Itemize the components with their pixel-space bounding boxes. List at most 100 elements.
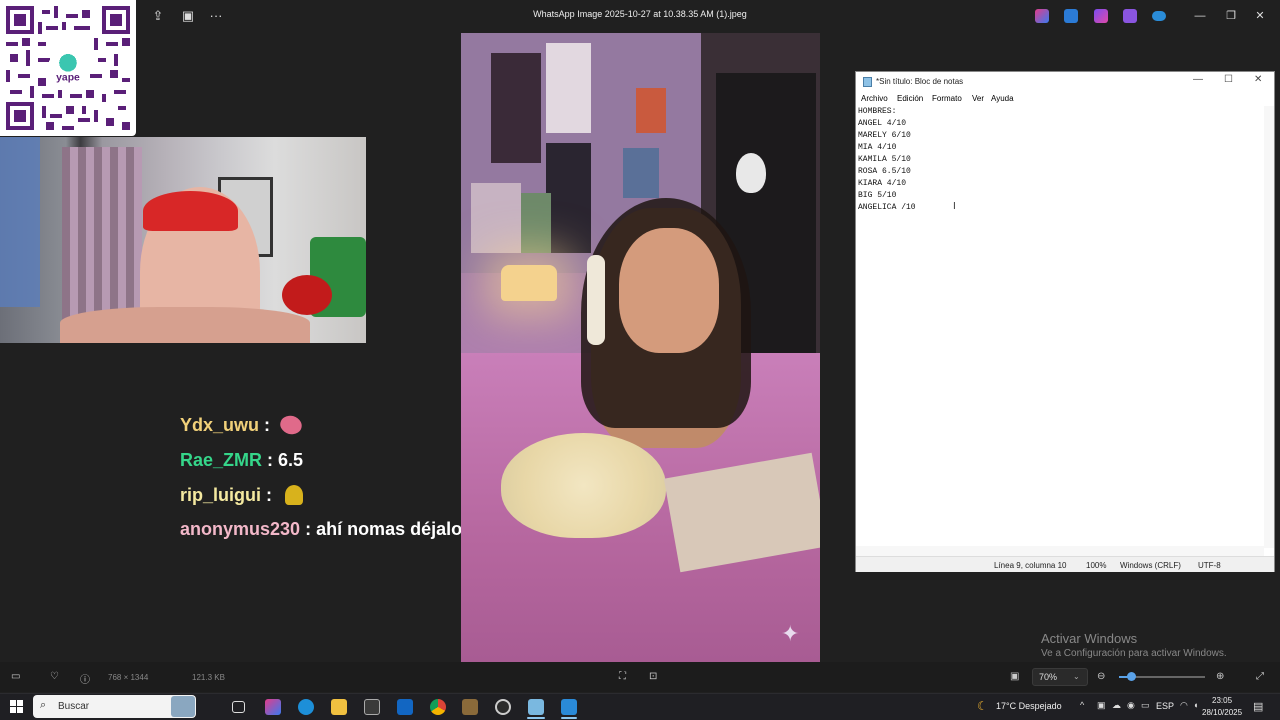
tray-icon[interactable]: ▣ xyxy=(1097,700,1106,711)
info-icon[interactable]: ⓘ xyxy=(80,671,90,686)
chat-username: rip_luigui xyxy=(180,485,261,505)
search-highlight-image xyxy=(171,696,195,717)
share-icon[interactable]: ⇪ xyxy=(150,8,166,24)
girl-face xyxy=(619,228,719,353)
text-line: MIA 4/10 xyxy=(858,143,897,152)
store-icon[interactable] xyxy=(364,699,380,715)
active-app-indicator xyxy=(561,717,577,719)
menu-formato[interactable]: Formato xyxy=(932,94,962,103)
ghostface-mask xyxy=(736,153,766,193)
chat-username: Ydx_uwu xyxy=(180,415,260,435)
file-explorer-icon[interactable] xyxy=(331,699,347,715)
chrome-icon[interactable] xyxy=(430,699,446,715)
chat-separator: : xyxy=(261,485,272,505)
onedrive-icon[interactable] xyxy=(1152,11,1166,21)
fit-icon[interactable]: ▣ xyxy=(1010,671,1019,682)
notepad-title-bar: *Sin título: Bloc de notas — ☐ ✕ xyxy=(856,72,1274,92)
fullscreen-icon[interactable]: ⤢ xyxy=(1256,671,1264,682)
horizontal-scrollbar[interactable] xyxy=(856,546,1264,556)
zoom-dropdown[interactable]: 70% ⌄ xyxy=(1032,668,1088,686)
tongue-sticker-icon xyxy=(277,411,305,439)
telephone-handset xyxy=(587,255,605,345)
obs-icon[interactable] xyxy=(495,699,511,715)
wifi-icon[interactable]: ◠ xyxy=(1180,700,1188,711)
outlook-icon[interactable] xyxy=(397,699,413,715)
zoom-in-icon[interactable]: ⊕ xyxy=(1216,671,1224,682)
copilot-taskbar-icon[interactable] xyxy=(265,699,281,715)
text-line: MARELY 6/10 xyxy=(858,131,911,140)
moon-icon: ☾ xyxy=(977,699,988,713)
chevron-up-icon[interactable]: ^ xyxy=(1080,700,1084,710)
tray-icon[interactable]: ◉ xyxy=(1127,700,1135,711)
yape-qr-code: yape xyxy=(0,0,136,136)
chevron-down-icon: ⌄ xyxy=(1073,672,1080,681)
task-view-icon[interactable] xyxy=(232,701,245,713)
filmstrip-icon[interactable]: ▭ xyxy=(11,671,20,682)
chat-username: anonymus230 xyxy=(180,519,301,539)
notepad-menu-bar: Archivo Edición Formato Ver Ayuda xyxy=(856,92,1274,106)
popcorn-bowl xyxy=(501,433,666,538)
actual-size-icon[interactable]: ⊡ xyxy=(649,671,657,682)
maximize-button[interactable]: ❐ xyxy=(1221,8,1241,24)
status-position: Línea 9, columna 10 xyxy=(994,561,1067,570)
yape-logo-text: yape xyxy=(56,72,80,83)
copilot-icon[interactable] xyxy=(1035,9,1049,23)
poster xyxy=(521,193,551,253)
vertical-scrollbar[interactable] xyxy=(1264,106,1274,548)
taskbar-search[interactable]: ⌕ Buscar xyxy=(33,695,196,718)
windows-logo-icon xyxy=(10,700,16,706)
notepad-maximize-button[interactable]: ☐ xyxy=(1224,74,1233,85)
activation-title: Activar Windows xyxy=(1041,631,1138,646)
tray-icon[interactable]: ☁ xyxy=(1112,700,1121,711)
notepad-status-bar: Línea 9, columna 10 100% Windows (CRLF) … xyxy=(856,556,1274,572)
poster xyxy=(623,148,659,198)
minecraft-icon[interactable] xyxy=(462,699,478,715)
notepad-text-area[interactable]: HOMBRES: ANGEL 4/10 MARELY 6/10 MIA 4/10 KAM… xyxy=(858,106,1262,548)
notepad-icon xyxy=(863,77,872,87)
close-button[interactable]: ✕ xyxy=(1250,8,1270,24)
text-cursor-icon: I xyxy=(953,201,956,212)
chat-message: Rae_ZMR : 6.5 xyxy=(180,448,303,472)
text-line: BIG 5/10 xyxy=(858,191,897,200)
photos-taskbar-icon[interactable] xyxy=(561,699,577,715)
slideshow-icon[interactable]: ▣ xyxy=(180,8,196,24)
image-dimensions: 768 × 1344 xyxy=(108,673,149,682)
clock-date[interactable]: 28/10/2025 xyxy=(1202,708,1242,717)
fit-to-window-icon[interactable]: ⛶ xyxy=(619,671,626,682)
minimize-button[interactable]: — xyxy=(1190,8,1210,24)
sparkle-icon: ✦ xyxy=(781,621,800,646)
notepad-minimize-button[interactable]: — xyxy=(1193,74,1203,85)
menu-archivo[interactable]: Archivo xyxy=(861,94,888,103)
menu-ver[interactable]: Ver xyxy=(972,94,984,103)
notepad-title: *Sin título: Bloc de notas xyxy=(876,77,964,86)
text-line: ANGEL 4/10 xyxy=(858,119,907,128)
notification-icon[interactable]: ▤ xyxy=(1253,700,1263,713)
bell-sticker-icon xyxy=(285,485,304,505)
clock-time[interactable]: 23:05 xyxy=(1212,696,1232,705)
poster xyxy=(546,143,591,253)
language-indicator[interactable]: ESP xyxy=(1156,701,1174,711)
notepad-taskbar-icon[interactable] xyxy=(528,699,544,715)
activation-subtitle: Ve a Configuración para activar Windows. xyxy=(1041,648,1227,659)
start-button[interactable] xyxy=(10,700,23,713)
notepad-close-button[interactable]: ✕ xyxy=(1254,74,1262,85)
chat-message: anonymus230 : ahí nomas déjalo xD xyxy=(180,517,490,541)
clipchamp-icon[interactable] xyxy=(1094,9,1108,23)
person-shoulders xyxy=(60,307,310,343)
status-encoding: UTF-8 xyxy=(1198,561,1221,570)
active-app-indicator xyxy=(527,717,545,719)
menu-ayuda[interactable]: Ayuda xyxy=(991,94,1014,103)
zoom-out-icon[interactable]: ⊖ xyxy=(1097,671,1105,682)
edge-icon[interactable] xyxy=(298,699,314,715)
volume-icon[interactable]: ◖ xyxy=(1193,700,1198,710)
webcam-feed xyxy=(0,137,366,343)
designer-icon[interactable] xyxy=(1123,9,1137,23)
paint-icon[interactable] xyxy=(1064,9,1078,23)
favorite-icon[interactable]: ♡ xyxy=(50,671,59,682)
more-options-icon[interactable]: ··· xyxy=(208,8,224,24)
weather-text[interactable]: 17°C Despejado xyxy=(996,701,1062,711)
zoom-slider-thumb[interactable] xyxy=(1127,672,1136,681)
menu-edicion[interactable]: Edición xyxy=(897,94,923,103)
tray-icon[interactable]: ▭ xyxy=(1141,700,1150,711)
notepad-window[interactable]: *Sin título: Bloc de notas — ☐ ✕ Archivo… xyxy=(855,71,1275,572)
